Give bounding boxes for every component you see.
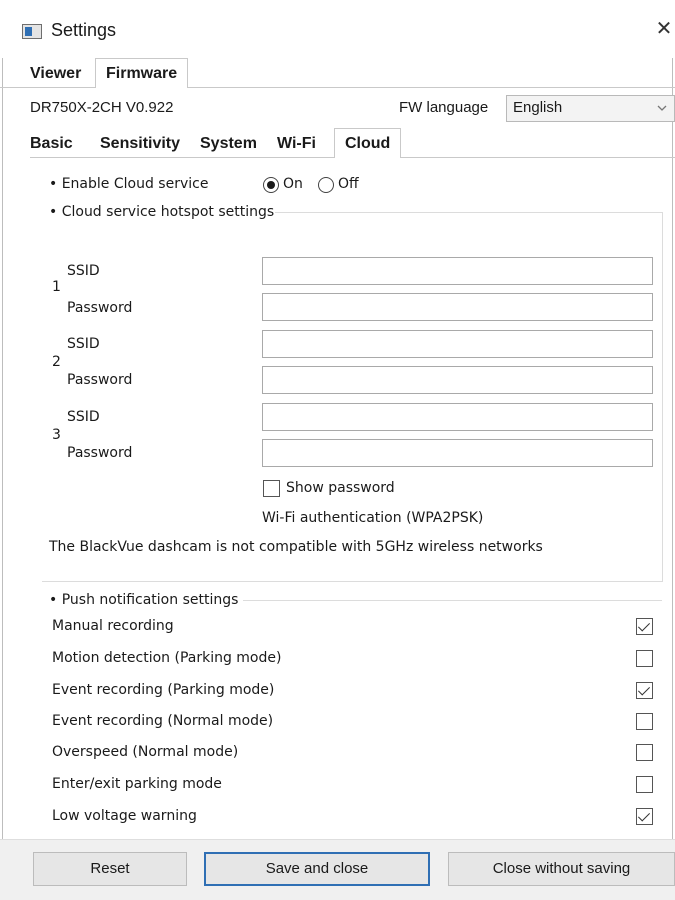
tab-firmware[interactable]: Firmware: [95, 58, 189, 88]
hotspot-group-top-border: [275, 212, 662, 213]
push-item-label: Manual recording: [52, 618, 174, 634]
show-password-checkbox[interactable]: [263, 480, 280, 497]
push-item-label: Event recording (Parking mode): [52, 682, 275, 698]
push-item-label: Enter/exit parking mode: [52, 776, 222, 792]
wifi-auth-text: Wi-Fi authentication (WPA2PSK): [262, 510, 484, 526]
hotspot-3-ssid-input[interactable]: [262, 403, 653, 431]
cloud-on-radio[interactable]: [263, 177, 279, 193]
close-icon[interactable]: ✕: [653, 16, 675, 42]
save-and-close-button[interactable]: Save and close: [204, 852, 430, 886]
tab-viewer[interactable]: Viewer: [30, 60, 81, 88]
fw-language-select[interactable]: English: [506, 95, 675, 122]
fw-language-label: FW language: [399, 99, 489, 116]
push-item-checkbox[interactable]: [636, 650, 653, 667]
hotspot-2-password-input[interactable]: [262, 366, 653, 394]
hotspot-3-password-label: Password: [67, 445, 133, 461]
hotspot-1-ssid-input[interactable]: [262, 257, 653, 285]
hotspot-3-number: 3: [52, 427, 61, 443]
chevron-down-icon: [656, 98, 668, 121]
show-password-label: Show password: [286, 480, 395, 496]
tab-wifi[interactable]: Wi-Fi: [277, 131, 316, 157]
push-item-label: Overspeed (Normal mode): [52, 744, 239, 760]
close-without-saving-button[interactable]: Close without saving: [448, 852, 675, 886]
app-icon: [22, 24, 42, 39]
hotspot-1-password-label: Password: [67, 300, 133, 316]
push-group-top-border: [243, 600, 662, 601]
hotspot-1-password-input[interactable]: [262, 293, 653, 321]
push-item-label: Motion detection (Parking mode): [52, 650, 282, 666]
tab-cloud[interactable]: Cloud: [334, 128, 402, 158]
push-item-checkbox[interactable]: [636, 618, 653, 635]
push-item-checkbox[interactable]: [636, 682, 653, 699]
tab-system[interactable]: System: [200, 131, 257, 157]
push-item-checkbox[interactable]: [636, 744, 653, 761]
compatibility-note: The BlackVue dashcam is not compatible w…: [49, 539, 543, 555]
cloud-off-label: Off: [338, 176, 359, 192]
model-version: DR750X-2CH V0.922: [30, 99, 174, 116]
hotspot-2-password-label: Password: [67, 372, 133, 388]
push-item-checkbox[interactable]: [636, 808, 653, 825]
push-item-label: Event recording (Normal mode): [52, 713, 274, 729]
hotspot-1-ssid-label: SSID: [67, 263, 100, 279]
push-item-checkbox[interactable]: [636, 776, 653, 793]
push-item-label: Low voltage warning: [52, 808, 197, 824]
tab-sensitivity[interactable]: Sensitivity: [100, 131, 180, 157]
window-title: Settings: [51, 20, 117, 40]
hotspot-group-right-border: [662, 212, 663, 582]
hotspot-2-number: 2: [52, 354, 61, 370]
cloud-on-label: On: [283, 176, 303, 192]
hotspot-3-ssid-label: SSID: [67, 409, 100, 425]
cloud-off-radio[interactable]: [318, 177, 334, 193]
enable-cloud-label: • Enable Cloud service: [49, 176, 209, 192]
push-item-checkbox[interactable]: [636, 713, 653, 730]
hotspot-3-password-input[interactable]: [262, 439, 653, 467]
hotspot-1-number: 1: [52, 279, 61, 295]
hotspot-group-bottom-border: [42, 581, 662, 582]
tab-basic[interactable]: Basic: [30, 131, 73, 157]
hotspot-2-ssid-label: SSID: [67, 336, 100, 352]
hotspot-settings-title: • Cloud service hotspot settings: [49, 204, 275, 220]
reset-button[interactable]: Reset: [33, 852, 187, 886]
push-settings-title: • Push notification settings: [49, 592, 239, 608]
fw-language-value: English: [513, 99, 563, 116]
hotspot-2-ssid-input[interactable]: [262, 330, 653, 358]
